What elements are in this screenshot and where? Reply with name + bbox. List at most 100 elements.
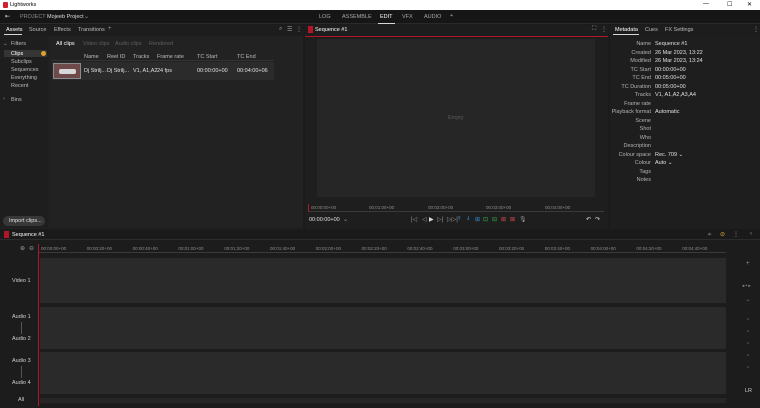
tree-item-subclips[interactable]: Subclips — [11, 59, 32, 65]
table-row[interactable]: Dj Strilj... Dj Strilj... V1, A1,A2 24 f… — [52, 62, 274, 80]
chevron-down-icon[interactable]: ⌄ — [3, 41, 8, 47]
bin-tree: ⌄ Filters Clips Subclips Sequences Every… — [0, 37, 48, 227]
exit-icon[interactable]: ⇤ — [5, 13, 10, 20]
tree-item-bins[interactable]: Bins — [11, 97, 22, 103]
rewind-icon[interactable]: ◁ — [422, 216, 427, 223]
more-icon[interactable]: ⋮ — [296, 26, 302, 33]
playhead[interactable] — [308, 204, 309, 212]
metadata-value[interactable]: Auto ⌄ — [655, 160, 672, 166]
subtab-audio-clips[interactable]: Audio clips — [115, 41, 142, 47]
track-label-audio-3[interactable]: Audio 3 — [12, 358, 31, 364]
remove-icon[interactable]: ⊠ — [501, 216, 506, 223]
import-clips-button[interactable]: Import clips... — [3, 216, 45, 226]
column-tracks[interactable]: Tracks — [133, 54, 149, 60]
chevron-down-icon[interactable]: ⌄ — [84, 13, 89, 20]
track-label-audio-2[interactable]: Audio 2 — [12, 336, 31, 342]
timeline-tick-label: 00:04:40+00 — [682, 246, 708, 251]
tab-edit[interactable]: EDIT — [378, 14, 395, 24]
step-forward-icon[interactable]: ▷| — [437, 216, 443, 223]
play-icon[interactable]: ▶ — [429, 216, 434, 223]
maximize-button[interactable]: ☐ — [727, 1, 732, 8]
subtab-rendered[interactable]: Rendered — [149, 41, 173, 47]
add-icon[interactable]: + — [108, 26, 112, 32]
track-label-video-1[interactable]: Video 1 — [12, 278, 31, 284]
minus-icon[interactable]: − — [746, 298, 750, 304]
column-frame-rate[interactable]: Frame rate — [157, 54, 184, 60]
tab-vfx[interactable]: VFX — [402, 14, 413, 20]
more-icon[interactable]: ⋮ — [753, 26, 759, 33]
chevron-left-icon[interactable]: ‹ — [750, 231, 752, 237]
metadata-value[interactable]: 00:00:00+00 — [655, 67, 686, 73]
tree-item-recent[interactable]: Recent — [11, 83, 28, 89]
undo-icon[interactable]: ↶ — [586, 216, 591, 223]
tree-item-sequences[interactable]: Sequences — [11, 67, 39, 73]
metadata-value[interactable]: Automatic — [655, 109, 679, 115]
plus-icon[interactable]: + — [746, 261, 750, 267]
viewer-ruler[interactable]: 00:00:00+00 00:01:00+00 00:02:00+00 00:0… — [308, 203, 604, 212]
audio-track-area-3-4[interactable] — [40, 352, 726, 394]
search-icon[interactable]: ⌕ — [279, 26, 282, 33]
mark-out-icon[interactable]: ⫰ — [467, 216, 470, 223]
tab-metadata[interactable]: Metadata — [615, 27, 638, 33]
tree-item-clips[interactable]: Clips — [11, 51, 23, 57]
minimize-button[interactable]: — — [703, 1, 709, 7]
delete-icon[interactable]: ⊠ — [510, 216, 515, 223]
timeline-scrollbar[interactable] — [40, 398, 726, 403]
tab-assets[interactable]: Assets — [6, 27, 23, 33]
timeline-playhead[interactable] — [38, 244, 39, 406]
fullscreen-icon[interactable]: ⛶ — [592, 26, 596, 33]
mark-in-icon[interactable]: ⫯ — [458, 216, 461, 223]
audio-levels-icon[interactable]: ≁ — [707, 231, 712, 238]
tab-log[interactable]: LOG — [319, 14, 331, 20]
video-display[interactable]: Empty — [317, 39, 595, 197]
tree-item-filters[interactable]: Filters — [11, 41, 26, 47]
metadata-value[interactable]: 00:05:00+00 — [655, 75, 686, 81]
more-icon[interactable]: ⋮ — [733, 231, 739, 238]
tab-source[interactable]: Source — [29, 27, 46, 33]
add-tab-button[interactable]: + — [450, 13, 453, 19]
list-view-icon[interactable]: ☰ — [287, 26, 292, 33]
column-name[interactable]: Name — [84, 54, 99, 60]
subtab-all-clips[interactable]: All clips — [56, 41, 75, 47]
metadata-value[interactable]: 26 Mar 2023, 13:24 — [655, 58, 703, 64]
all-tracks-label[interactable]: All — [18, 397, 24, 403]
audio-track-area-1-2[interactable] — [40, 307, 726, 349]
insert-icon[interactable]: ⊡ — [483, 216, 488, 223]
metadata-value[interactable]: V1, A1,A2,A3,A4 — [655, 92, 696, 98]
metadata-key: Who — [639, 134, 651, 141]
tab-effects[interactable]: Effects — [54, 27, 71, 33]
chevron-right-icon[interactable]: › — [3, 96, 5, 102]
lock-icon[interactable]: ⊘ — [720, 231, 725, 238]
redo-icon[interactable]: ↷ — [595, 216, 600, 223]
mic-icon[interactable]: 🎙 — [519, 216, 527, 223]
meter-arrows-icon[interactable]: ◂ • ▸ — [742, 283, 751, 289]
tab-audio[interactable]: AUDIO — [424, 14, 441, 20]
tab-fx-settings[interactable]: FX Settings — [665, 27, 693, 33]
metadata-value[interactable]: Sequence #1 — [655, 41, 687, 47]
overwrite-icon[interactable]: ⊟ — [492, 216, 497, 223]
column-reel-id[interactable]: Reel ID — [107, 54, 125, 60]
zoom-out-icon[interactable]: ⊖ — [29, 245, 34, 252]
mark-clip-icon[interactable]: ⊞ — [475, 216, 480, 223]
track-label-audio-1[interactable]: Audio 1 — [12, 314, 31, 320]
more-icon[interactable]: ⋮ — [601, 26, 607, 33]
metadata-value[interactable]: Rec. 709 ⌄ — [655, 152, 683, 158]
go-end-icon[interactable]: ▷▷| — [447, 216, 458, 223]
metadata-value[interactable]: 00:05:00+00 — [655, 84, 686, 90]
timecode-display[interactable]: 00:00:00+00 — [309, 217, 340, 223]
project-name[interactable]: Mojeeb Project — [47, 14, 84, 20]
go-start-icon[interactable]: |◁ — [411, 216, 417, 223]
tab-cues[interactable]: Cues — [645, 27, 658, 33]
column-tc-end[interactable]: TC End — [237, 54, 256, 60]
tree-item-everything[interactable]: Everything — [11, 75, 37, 81]
chevron-down-icon[interactable]: ⌄ — [343, 216, 348, 223]
tab-transitions[interactable]: Transitions — [78, 27, 105, 33]
track-label-audio-4[interactable]: Audio 4 — [12, 380, 31, 386]
column-tc-start[interactable]: TC Start — [197, 54, 217, 60]
close-button[interactable]: ✕ — [747, 1, 752, 8]
zoom-in-icon[interactable]: ⊕ — [20, 245, 25, 252]
metadata-value[interactable]: 26 Mar 2023, 13:22 — [655, 50, 703, 56]
video-track-area[interactable] — [40, 258, 726, 303]
tab-assemble[interactable]: ASSEMBLE — [342, 14, 372, 20]
subtab-video-clips[interactable]: Video clips — [83, 41, 110, 47]
